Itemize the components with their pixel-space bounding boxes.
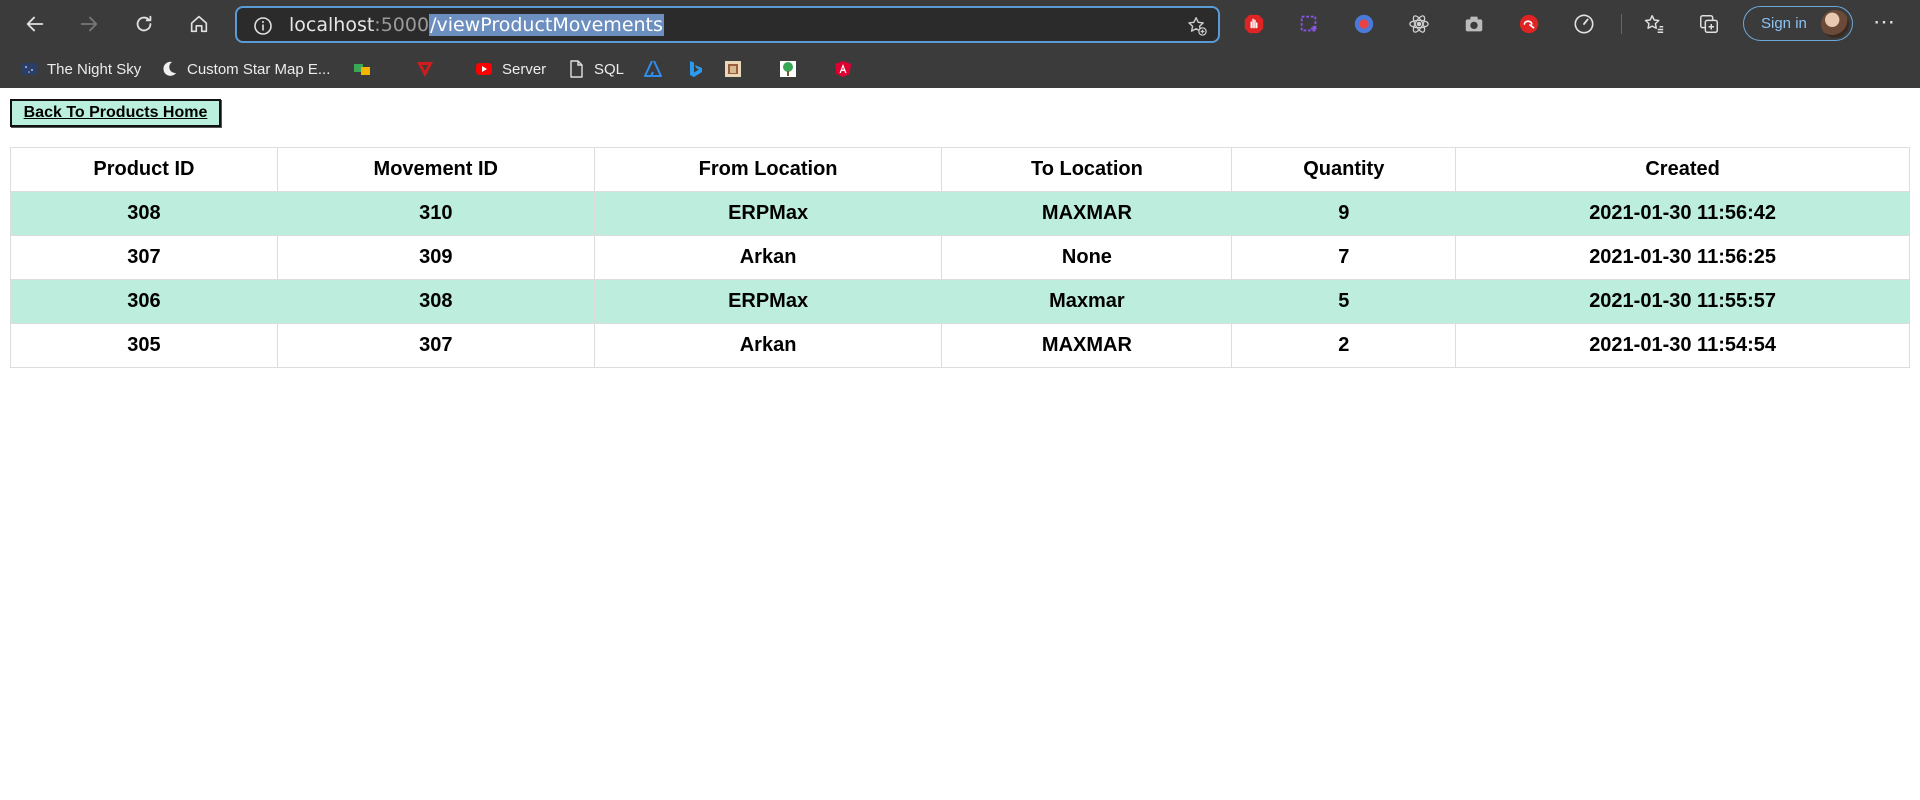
angular-icon xyxy=(835,61,851,77)
cell-created: 2021-01-30 11:55:57 xyxy=(1455,279,1910,324)
header-quantity: Quantity xyxy=(1231,147,1457,192)
cell-from-location: ERPMax xyxy=(593,279,943,324)
info-icon[interactable] xyxy=(253,16,273,36)
cell-created: 2021-01-30 11:54:54 xyxy=(1455,323,1910,368)
forward-arrow-icon[interactable] xyxy=(73,8,105,40)
triangle-logo-icon xyxy=(417,62,433,77)
collections-icon[interactable] xyxy=(1697,12,1721,36)
file-icon xyxy=(570,60,583,78)
image-thumbnail-icon xyxy=(725,61,741,77)
translate-icon xyxy=(354,64,370,75)
cell-to-location: MAXMAR xyxy=(941,323,1233,368)
favorites-icon[interactable] xyxy=(1642,12,1666,36)
cell-product-id: 306 xyxy=(10,279,278,324)
refresh-icon[interactable] xyxy=(128,8,160,40)
table-row: 307 309 Arkan None 7 2021-01-30 11:56:25 xyxy=(10,235,1910,280)
header-from-location: From Location xyxy=(593,147,943,192)
browser-chrome: localhost:5000/viewProductMovements Sign… xyxy=(0,0,1920,88)
cell-quantity: 2 xyxy=(1231,323,1457,368)
bookmark-translate[interactable] xyxy=(353,58,380,80)
cell-quantity: 9 xyxy=(1231,191,1457,236)
cell-created: 2021-01-30 11:56:25 xyxy=(1455,235,1910,280)
toolbar-separator xyxy=(1621,14,1622,34)
bookmark-label: SQL xyxy=(594,60,625,78)
cell-product-id: 307 xyxy=(10,235,278,280)
browser-toolbar: localhost:5000/viewProductMovements Sign… xyxy=(0,0,1920,48)
table-row: 305 307 Arkan MAXMAR 2 2021-01-30 11:54:… xyxy=(10,323,1910,368)
bookmarks-bar: The Night Sky Custom Star Map E... Serve… xyxy=(0,48,1920,88)
bookmark-bing[interactable] xyxy=(686,58,713,80)
bookmark-image[interactable] xyxy=(724,58,751,80)
bookmark-server[interactable]: Server xyxy=(475,58,546,80)
bookmark-label: The Night Sky xyxy=(47,60,142,78)
address-bar[interactable]: localhost:5000/viewProductMovements xyxy=(235,6,1220,43)
sign-in-button[interactable]: Sign in xyxy=(1743,6,1853,41)
cell-movement-id: 307 xyxy=(276,323,595,368)
table-row: 308 310 ERPMax MAXMAR 9 2021-01-30 11:56… xyxy=(10,191,1910,236)
cell-movement-id: 310 xyxy=(276,191,595,236)
header-product-id: Product ID xyxy=(10,147,278,192)
cell-from-location: Arkan xyxy=(593,323,943,368)
back-to-products-button[interactable]: Back To Products Home xyxy=(10,99,221,127)
bookmark-label: Server xyxy=(502,60,547,78)
cell-to-location: None xyxy=(941,235,1233,280)
more-options-icon[interactable]: ⋯ xyxy=(1868,10,1900,38)
youtube-icon xyxy=(476,63,492,75)
home-icon[interactable] xyxy=(183,8,215,40)
table-header-row: Product ID Movement ID From Location To … xyxy=(10,147,1910,192)
cell-from-location: Arkan xyxy=(593,235,943,280)
screen-capture-icon[interactable] xyxy=(1297,12,1321,36)
cell-from-location: ERPMax xyxy=(593,191,943,236)
product-movements-table: Product ID Movement ID From Location To … xyxy=(10,147,1910,368)
header-created: Created xyxy=(1455,147,1910,192)
night-sky-icon xyxy=(21,63,37,75)
sign-in-label: Sign in xyxy=(1761,15,1807,32)
adblock-hand-icon[interactable] xyxy=(1242,12,1266,36)
speedometer-icon[interactable] xyxy=(1572,12,1596,36)
cell-quantity: 7 xyxy=(1231,235,1457,280)
moon-icon xyxy=(163,61,176,76)
cell-to-location: Maxmar xyxy=(941,279,1233,324)
bookmark-azure[interactable] xyxy=(644,58,671,80)
react-devtools-icon[interactable] xyxy=(1407,12,1431,36)
cell-movement-id: 308 xyxy=(276,279,595,324)
cell-product-id: 305 xyxy=(10,323,278,368)
bookmark-tree[interactable] xyxy=(779,58,806,80)
bookmark-label: Custom Star Map E... xyxy=(187,60,331,78)
bookmark-custom-star-map[interactable]: Custom Star Map E... xyxy=(160,58,330,80)
bookmark-angular[interactable] xyxy=(834,58,861,80)
azure-icon xyxy=(644,60,662,77)
red-extension-icon[interactable] xyxy=(1517,12,1541,36)
bing-icon xyxy=(690,61,702,77)
tree-icon xyxy=(780,61,796,77)
header-movement-id: Movement ID xyxy=(276,147,595,192)
header-to-location: To Location xyxy=(941,147,1233,192)
url-text[interactable]: localhost:5000/viewProductMovements xyxy=(289,14,664,36)
cell-product-id: 308 xyxy=(10,191,278,236)
cell-movement-id: 309 xyxy=(276,235,595,280)
table-row: 306 308 ERPMax Maxmar 5 2021-01-30 11:55… xyxy=(10,279,1910,324)
url-host: localhost xyxy=(289,14,375,36)
bookmark-triangle[interactable] xyxy=(416,58,443,80)
cell-quantity: 5 xyxy=(1231,279,1457,324)
url-path: /viewProductMovements xyxy=(429,14,664,36)
record-circle-icon[interactable] xyxy=(1352,12,1376,36)
avatar xyxy=(1821,10,1849,38)
bookmark-sql[interactable]: SQL xyxy=(567,58,624,80)
back-arrow-icon[interactable] xyxy=(19,8,51,40)
cell-created: 2021-01-30 11:56:42 xyxy=(1455,191,1910,236)
bookmark-night-sky[interactable]: The Night Sky xyxy=(20,58,141,80)
cell-to-location: MAXMAR xyxy=(941,191,1233,236)
add-favorite-icon[interactable] xyxy=(1186,15,1208,37)
camera-icon[interactable] xyxy=(1462,12,1486,36)
url-port: :5000 xyxy=(374,14,430,36)
